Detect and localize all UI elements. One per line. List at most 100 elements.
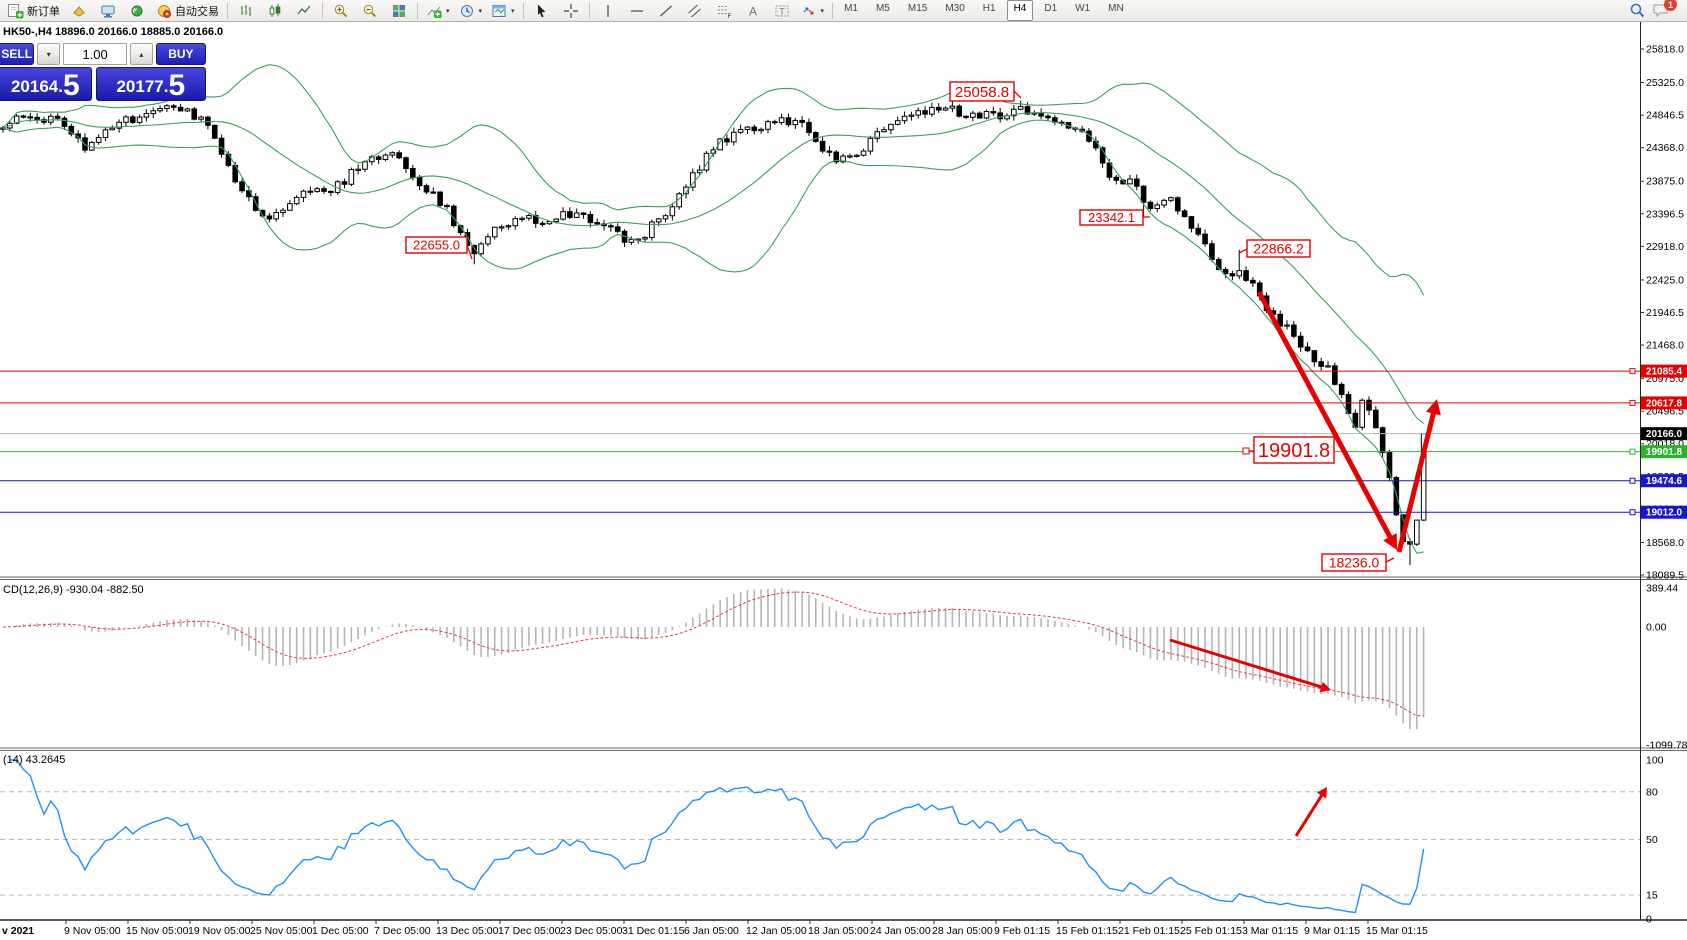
navigator-button[interactable]	[94, 0, 122, 21]
text-label-icon: T	[774, 3, 790, 19]
zoom-in-button[interactable]	[327, 0, 355, 21]
svg-text:17 Dec 05:00: 17 Dec 05:00	[498, 925, 561, 937]
svg-text:18089.5: 18089.5	[1646, 570, 1684, 582]
svg-text:100: 100	[1646, 755, 1664, 767]
cursor-tool-button[interactable]	[528, 0, 556, 21]
svg-text:389.44: 389.44	[1646, 583, 1678, 595]
price-callout-18236.0[interactable]: 18236.0	[1322, 554, 1394, 571]
svg-text:22918.0: 22918.0	[1646, 241, 1684, 253]
price-callout-22866.2[interactable]: 22866.2	[1239, 240, 1310, 257]
trendline-tool-button[interactable]	[652, 0, 680, 21]
svg-text:9 Nov 05:00: 9 Nov 05:00	[64, 925, 121, 937]
fibonacci-tool-button[interactable]: F	[710, 0, 738, 21]
tab-timeframe-m5[interactable]: M5	[869, 0, 897, 21]
tab-timeframe-m1[interactable]: M1	[837, 0, 865, 21]
toolbar-right-group: 1	[1629, 2, 1684, 19]
periods-clock-icon	[459, 3, 475, 19]
crosshair-tool-button[interactable]	[557, 0, 585, 21]
level-handle[interactable]	[1630, 400, 1635, 405]
axis-price-label-21085.4: 21085.4	[1641, 365, 1687, 378]
market-watch-button[interactable]	[65, 0, 93, 21]
notifications-button[interactable]: 1	[1652, 2, 1670, 19]
chart-canvas[interactable]: 25818.025325.024846.524368.023875.023396…	[0, 22, 1687, 940]
svg-text:7 Dec 05:00: 7 Dec 05:00	[374, 925, 431, 937]
axis-price-label-20166.0: 20166.0	[1641, 427, 1687, 440]
text-label-tool-button[interactable]: T	[768, 0, 796, 21]
svg-text:24 Jan 05:00: 24 Jan 05:00	[870, 925, 931, 937]
svg-text:23396.5: 23396.5	[1646, 208, 1684, 220]
stepper-down-icon: ▾	[47, 50, 51, 59]
label-glyph: T	[779, 6, 785, 16]
tab-timeframe-m30[interactable]: M30	[938, 0, 971, 21]
periods-button[interactable]: ▾	[455, 0, 487, 21]
svg-text:15: 15	[1646, 890, 1658, 902]
svg-text:80: 80	[1646, 786, 1658, 798]
tab-timeframe-d1[interactable]: D1	[1037, 0, 1064, 21]
candlestick-chart-button[interactable]	[261, 0, 289, 21]
tab-timeframe-w1[interactable]: W1	[1068, 0, 1097, 21]
bar-chart-button[interactable]	[232, 0, 260, 21]
sell-price[interactable]: 20164.5	[0, 67, 92, 101]
svg-text:3 Mar 01:15: 3 Mar 01:15	[1242, 925, 1298, 937]
horizontal-line-tool-button[interactable]	[623, 0, 651, 21]
volume-step-down-button[interactable]: ▾	[37, 43, 60, 65]
macd-layer	[3, 589, 1424, 730]
tab-timeframe-m15[interactable]: M15	[901, 0, 934, 21]
svg-text:0: 0	[1646, 914, 1652, 926]
toolbar-separator	[227, 3, 228, 19]
sell-button[interactable]: SELL	[0, 43, 34, 65]
level-handle[interactable]	[1630, 510, 1635, 515]
svg-text:9 Mar 01:15: 9 Mar 01:15	[1304, 925, 1360, 937]
templates-button[interactable]: ▾	[487, 0, 519, 21]
svg-text:12 Jan 05:00: 12 Jan 05:00	[746, 925, 807, 937]
rsi-layer	[0, 760, 1640, 912]
buy-price[interactable]: 20177.5	[96, 67, 206, 101]
indicators-button[interactable]: ▾	[422, 0, 454, 21]
tab-timeframe-h1[interactable]: H1	[976, 0, 1003, 21]
search-icon[interactable]	[1629, 2, 1646, 19]
price-callout-22655.0[interactable]: 22655.0	[406, 237, 472, 259]
bollinger-upper	[3, 65, 1424, 295]
svg-text:13 Dec 05:00: 13 Dec 05:00	[436, 925, 499, 937]
svg-text:21946.5: 21946.5	[1646, 307, 1684, 319]
tab-timeframe-mn[interactable]: MN	[1101, 0, 1131, 21]
line-chart-button[interactable]	[290, 0, 318, 21]
vertical-line-tool-button[interactable]	[594, 0, 622, 21]
price-callout-19901.8[interactable]: 19901.8	[1243, 437, 1334, 463]
auto-trading-button[interactable]: 自动交易	[152, 0, 223, 21]
volume-step-up-button[interactable]: ▴	[130, 43, 153, 65]
tile-windows-button[interactable]	[385, 0, 413, 21]
price-callout-25058.8[interactable]: 25058.8	[950, 82, 1021, 101]
level-handle[interactable]	[1630, 449, 1635, 454]
buy-button[interactable]: BUY	[156, 43, 206, 65]
svg-text:19 Nov 05:00: 19 Nov 05:00	[188, 925, 251, 937]
chart-title: HK50-,H4 18896.0 20166.0 18885.0 20166.0	[3, 26, 223, 38]
zoom-out-button[interactable]	[356, 0, 384, 21]
trendline-icon	[658, 3, 674, 19]
axis-price-label-19012.0: 19012.0	[1641, 506, 1687, 519]
tab-timeframe-h4[interactable]: H4	[1007, 0, 1034, 21]
fibonacci-icon: F	[716, 3, 732, 19]
level-handle[interactable]	[1630, 369, 1635, 374]
svg-text:22866.2: 22866.2	[1253, 241, 1304, 257]
trend-arrow[interactable]	[1296, 791, 1324, 836]
shapes-tool-button[interactable]: ▾	[797, 0, 829, 21]
channel-tool-button[interactable]	[681, 0, 709, 21]
toolbar-separator	[417, 3, 418, 19]
new-order-button[interactable]: 新订单	[3, 0, 64, 21]
signals-button[interactable]	[123, 0, 151, 21]
volume-input[interactable]	[63, 43, 127, 65]
axis-price-label-19901.8: 19901.8	[1641, 445, 1687, 458]
svg-text:21 Feb 01:15: 21 Feb 01:15	[1118, 925, 1180, 937]
trend-arrow[interactable]	[1170, 640, 1326, 688]
svg-text:25058.8: 25058.8	[955, 84, 1009, 101]
macd-indicator-label: CD(12,26,9) -930.04 -882.50	[3, 584, 144, 596]
price-callout-23342.1[interactable]: 23342.1	[1080, 210, 1150, 225]
level-handle[interactable]	[1630, 478, 1635, 483]
zoom-in-icon	[333, 3, 349, 19]
svg-text:15 Feb 01:15: 15 Feb 01:15	[1056, 925, 1118, 937]
line-chart-icon	[296, 3, 312, 19]
svg-text:19474.6: 19474.6	[1646, 476, 1683, 487]
text-tool-button[interactable]: A	[739, 0, 767, 21]
chevron-down-icon: ▾	[511, 7, 515, 15]
